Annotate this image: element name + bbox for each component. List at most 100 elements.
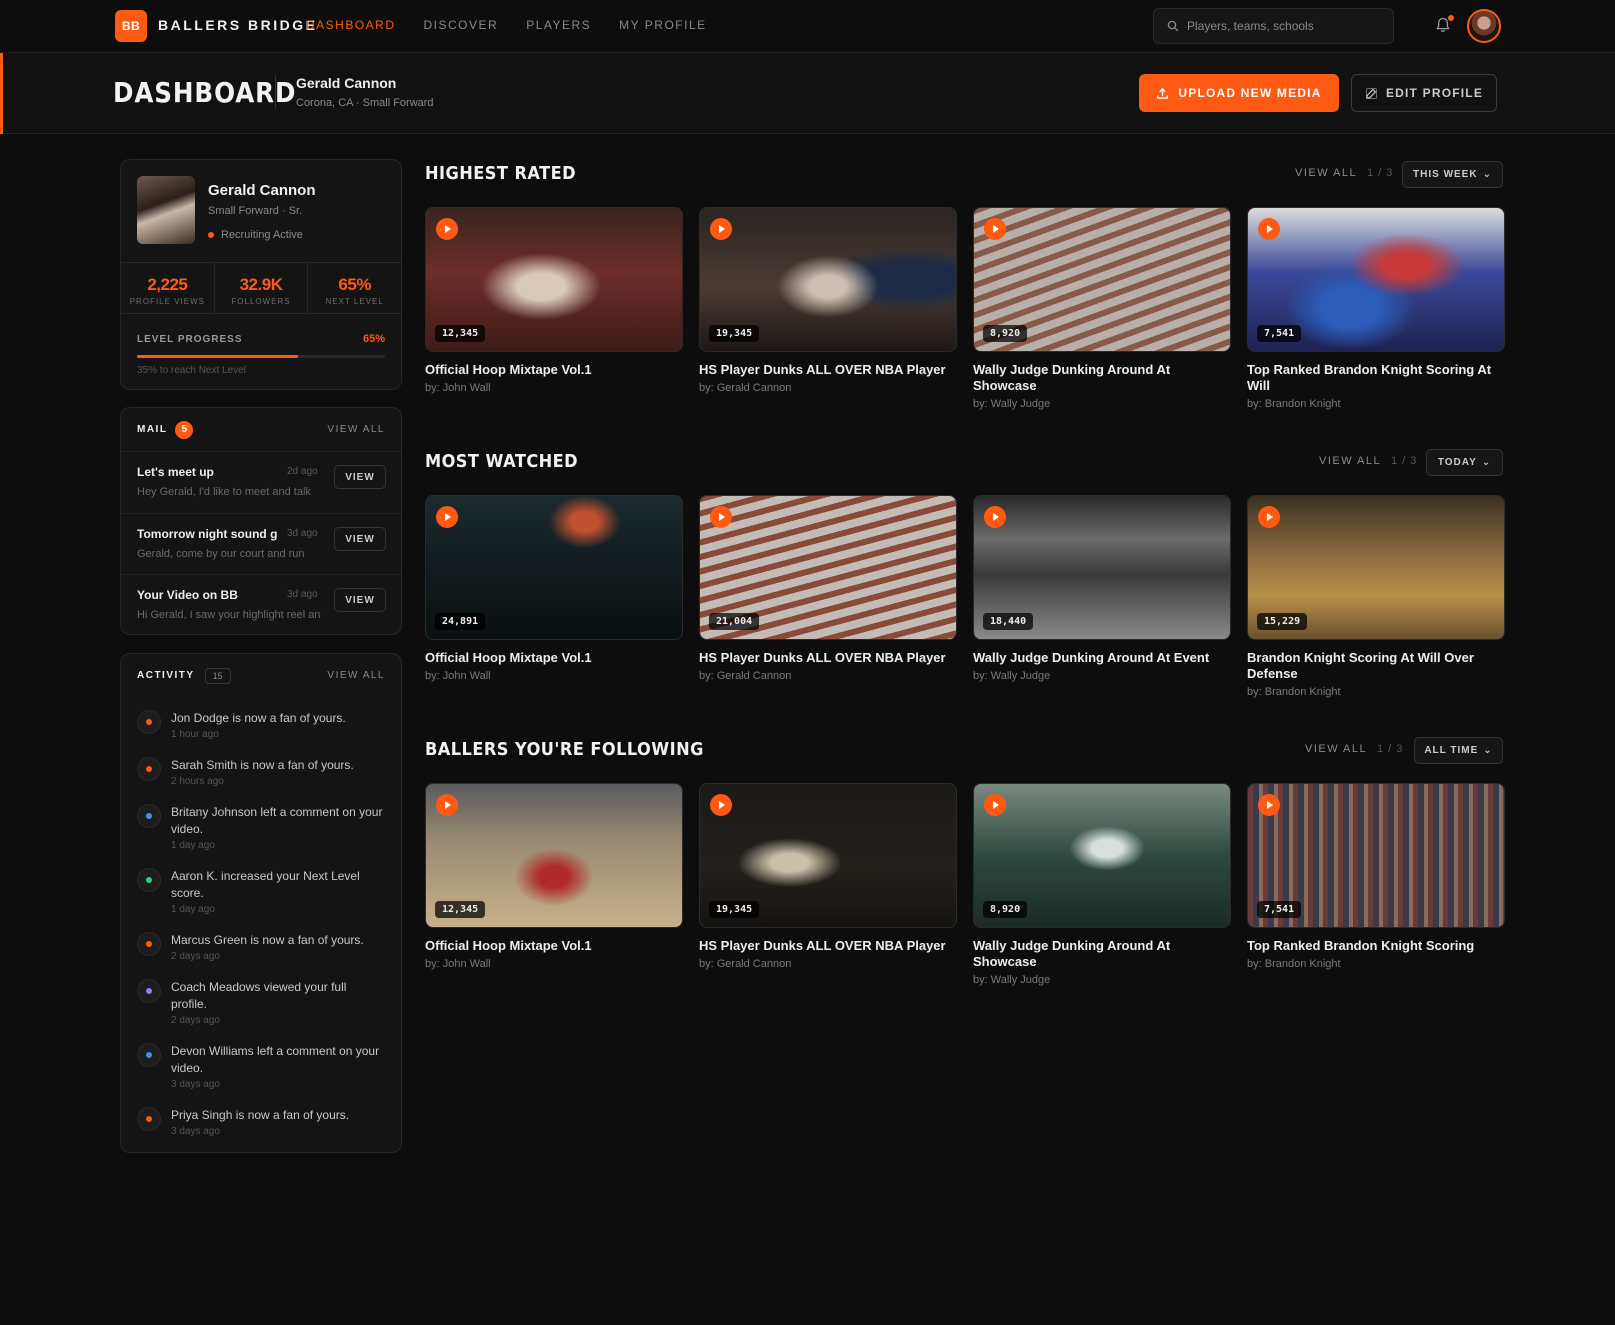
activity-time: 1 hour ago	[171, 729, 219, 740]
section-title-most-watched: MOST WATCHED	[425, 451, 579, 472]
video-author[interactable]: by: Wally Judge	[973, 974, 1231, 986]
video-author[interactable]: by: Gerald Cannon	[699, 958, 957, 970]
video-card[interactable]: 7,541 Top Ranked Brandon Knight Scoring …	[1247, 783, 1505, 970]
video-title[interactable]: HS Player Dunks ALL OVER NBA Player	[699, 362, 957, 378]
play-icon[interactable]	[984, 218, 1006, 240]
upload-media-button[interactable]: UPLOAD NEW MEDIA	[1139, 74, 1339, 112]
video-card[interactable]: 21,004 HS Player Dunks ALL OVER NBA Play…	[699, 495, 957, 682]
video-thumbnail[interactable]: 21,004	[699, 495, 957, 640]
video-author[interactable]: by: Brandon Knight	[1247, 958, 1505, 970]
edit-profile-button[interactable]: EDIT PROFILE	[1351, 74, 1497, 112]
video-thumbnail[interactable]: 24,891	[425, 495, 683, 640]
video-title[interactable]: Official Hoop Mixtape Vol.1	[425, 650, 683, 666]
video-title[interactable]: Official Hoop Mixtape Vol.1	[425, 362, 683, 378]
video-thumbnail[interactable]: 8,920	[973, 207, 1231, 352]
play-icon[interactable]	[1258, 794, 1280, 816]
activity-view-all-link[interactable]: VIEW ALL	[327, 670, 385, 681]
video-thumbnail[interactable]: 7,541	[1247, 207, 1505, 352]
mail-view-button[interactable]: VIEW	[334, 527, 386, 551]
video-thumbnail[interactable]: 12,345	[425, 783, 683, 928]
activity-count-badge: 15	[204, 667, 231, 684]
video-card[interactable]: 8,920 Wally Judge Dunking Around At Show…	[973, 783, 1231, 986]
video-title[interactable]: Wally Judge Dunking Around At Showcase	[973, 938, 1231, 970]
search-box[interactable]	[1153, 8, 1394, 44]
activity-text: Devon Williams left a comment on your vi…	[171, 1044, 380, 1075]
video-thumbnail[interactable]: 15,229	[1247, 495, 1505, 640]
nav-dashboard[interactable]: DASHBOARD	[306, 18, 396, 32]
video-card[interactable]: 19,345 HS Player Dunks ALL OVER NBA Play…	[699, 207, 957, 394]
view-count: 21,004	[709, 613, 760, 630]
video-title[interactable]: Top Ranked Brandon Knight Scoring	[1247, 938, 1505, 954]
play-icon[interactable]	[436, 218, 458, 240]
video-card[interactable]: 12,345 Official Hoop Mixtape Vol.1 by: J…	[425, 783, 683, 970]
video-card[interactable]: 19,345 HS Player Dunks ALL OVER NBA Play…	[699, 783, 957, 970]
video-card[interactable]: 7,541 Top Ranked Brandon Knight Scoring …	[1247, 207, 1505, 410]
video-title[interactable]: Wally Judge Dunking Around At Showcase	[973, 362, 1231, 394]
video-author[interactable]: by: John Wall	[425, 382, 683, 394]
mail-item[interactable]: Tomorrow night sound g 3d ago Gerald, co…	[121, 513, 401, 575]
video-title[interactable]: Top Ranked Brandon Knight Scoring At Wil…	[1247, 362, 1505, 394]
section-view-all-link[interactable]: VIEW ALL	[1305, 743, 1367, 755]
video-thumbnail[interactable]: 18,440	[973, 495, 1231, 640]
play-icon[interactable]	[984, 794, 1006, 816]
video-author[interactable]: by: Brandon Knight	[1247, 398, 1505, 410]
video-author[interactable]: by: John Wall	[425, 958, 683, 970]
search-input[interactable]	[1187, 19, 1387, 33]
view-count: 8,920	[983, 325, 1028, 342]
play-icon[interactable]	[1258, 218, 1280, 240]
video-card[interactable]: 15,229 Brandon Knight Scoring At Will Ov…	[1247, 495, 1505, 698]
activity-card: ACTIVITY 15 VIEW ALL Jon Dodge is now a …	[120, 653, 402, 1153]
user-avatar[interactable]	[1467, 9, 1501, 43]
video-thumbnail[interactable]: 19,345	[699, 207, 957, 352]
mail-item[interactable]: Let's meet up 2d ago Hey Gerald, I'd lik…	[121, 451, 401, 513]
video-card[interactable]: 12,345 Official Hoop Mixtape Vol.1 by: J…	[425, 207, 683, 394]
mail-view-button[interactable]: VIEW	[334, 465, 386, 489]
chevron-down-icon: ⌄	[1482, 169, 1492, 180]
activity-dot	[137, 979, 161, 1003]
video-title[interactable]: Brandon Knight Scoring At Will Over Defe…	[1247, 650, 1505, 682]
mail-view-button[interactable]: VIEW	[334, 588, 386, 612]
mail-item[interactable]: Your Video on BB 3d ago Hi Gerald, I saw…	[121, 574, 401, 636]
section-filter-dropdown[interactable]: TODAY ⌄	[1426, 449, 1503, 476]
video-thumbnail[interactable]: 12,345	[425, 207, 683, 352]
video-author[interactable]: by: Wally Judge	[973, 398, 1231, 410]
video-author[interactable]: by: Gerald Cannon	[699, 382, 957, 394]
video-author[interactable]: by: John Wall	[425, 670, 683, 682]
brand-name[interactable]: BALLERS BRIDGE	[158, 17, 317, 33]
section-filter-dropdown[interactable]: THIS WEEK ⌄	[1402, 161, 1503, 188]
video-title[interactable]: Wally Judge Dunking Around At Event	[973, 650, 1231, 666]
mail-subject: Tomorrow night sound g	[137, 527, 278, 541]
video-thumbnail[interactable]: 19,345	[699, 783, 957, 928]
mail-time: 3d ago	[287, 528, 318, 539]
video-author[interactable]: by: Wally Judge	[973, 670, 1231, 682]
activity-text: Britany Johnson left a comment on your v…	[171, 805, 383, 836]
mail-view-all-link[interactable]: VIEW ALL	[327, 424, 385, 435]
video-thumbnail[interactable]: 7,541	[1247, 783, 1505, 928]
video-title[interactable]: HS Player Dunks ALL OVER NBA Player	[699, 650, 957, 666]
video-card[interactable]: 18,440 Wally Judge Dunking Around At Eve…	[973, 495, 1231, 682]
nav-my-profile[interactable]: MY PROFILE	[619, 18, 706, 32]
video-title[interactable]: Official Hoop Mixtape Vol.1	[425, 938, 683, 954]
play-icon[interactable]	[436, 506, 458, 528]
video-author[interactable]: by: Gerald Cannon	[699, 670, 957, 682]
play-icon[interactable]	[984, 506, 1006, 528]
section-filter-dropdown[interactable]: ALL TIME ⌄	[1414, 737, 1503, 764]
mail-count-badge: 5	[175, 420, 194, 439]
section-view-all-link[interactable]: VIEW ALL	[1319, 455, 1381, 467]
play-icon[interactable]	[436, 794, 458, 816]
play-icon[interactable]	[1258, 506, 1280, 528]
video-card[interactable]: 24,891 Official Hoop Mixtape Vol.1 by: J…	[425, 495, 683, 682]
video-thumbnail[interactable]: 8,920	[973, 783, 1231, 928]
nav-discover[interactable]: DISCOVER	[424, 18, 499, 32]
play-icon[interactable]	[710, 218, 732, 240]
play-icon[interactable]	[710, 794, 732, 816]
level-progress-bar	[137, 355, 385, 358]
section-view-all-link[interactable]: VIEW ALL	[1295, 167, 1357, 179]
play-icon[interactable]	[710, 506, 732, 528]
nav-players[interactable]: PLAYERS	[526, 18, 591, 32]
brand-logo[interactable]: BB	[115, 10, 147, 42]
video-title[interactable]: HS Player Dunks ALL OVER NBA Player	[699, 938, 957, 954]
video-card[interactable]: 8,920 Wally Judge Dunking Around At Show…	[973, 207, 1231, 410]
video-author[interactable]: by: Brandon Knight	[1247, 686, 1505, 698]
profile-avatar[interactable]	[137, 176, 195, 244]
